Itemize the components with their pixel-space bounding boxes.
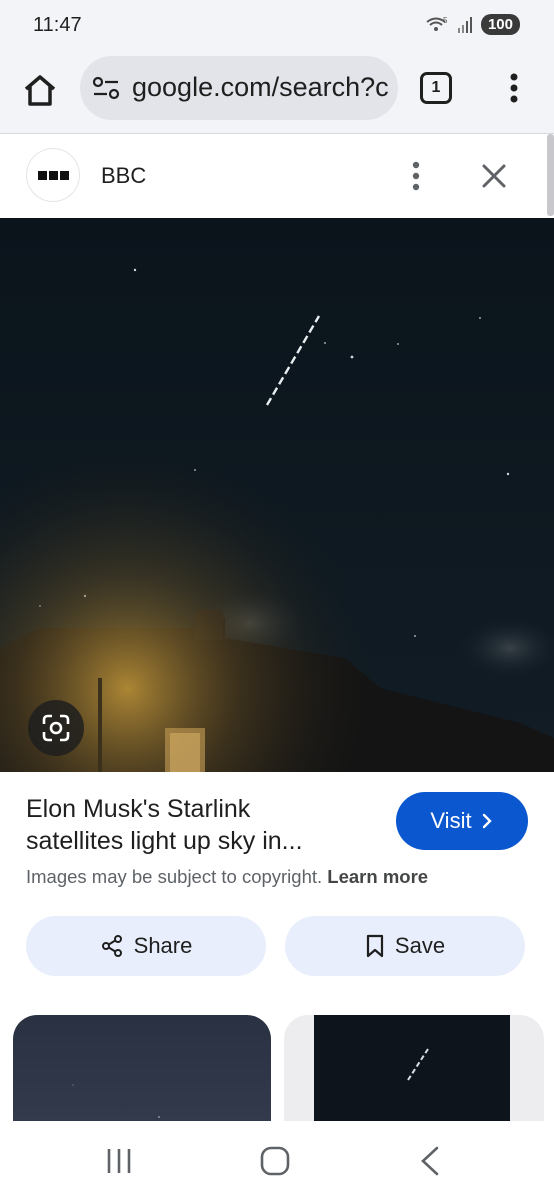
result-title-line-2[interactable]: satellites light up sky in...: [26, 825, 381, 857]
status-icons: 5 100: [425, 14, 520, 35]
share-icon: [101, 935, 122, 957]
status-bar: 11:47 5 100: [0, 0, 554, 54]
svg-text:5: 5: [443, 16, 448, 25]
browser-toolbar: google.com/search?c 1: [0, 54, 554, 134]
address-bar[interactable]: google.com/search?c: [80, 56, 398, 120]
home-nav-icon[interactable]: [255, 1143, 295, 1179]
save-label: Save: [394, 933, 446, 958]
source-name: BBC: [101, 163, 147, 188]
bookmark-icon: [366, 934, 384, 958]
chevron-right-icon: [482, 813, 492, 829]
url-text[interactable]: google.com/search?c: [132, 72, 389, 103]
lens-icon: [42, 714, 70, 742]
learn-more-link[interactable]: Learn more: [327, 866, 428, 887]
main-image[interactable]: [0, 218, 554, 772]
visit-button[interactable]: Visit: [396, 792, 528, 850]
image-panel-header: BBC: [0, 134, 554, 218]
copyright-notice: Images may be subject to copyright. Lear…: [26, 866, 428, 888]
related-image-2[interactable]: [284, 1015, 544, 1135]
close-icon[interactable]: [478, 160, 510, 192]
share-button[interactable]: Share: [26, 916, 266, 976]
result-title-line-1[interactable]: Elon Musk's Starlink: [26, 793, 381, 825]
recents-icon[interactable]: [99, 1143, 139, 1179]
more-vert-icon[interactable]: [500, 68, 528, 108]
status-time: 11:47: [33, 14, 82, 36]
more-options-icon[interactable]: [404, 158, 428, 194]
wifi-5g-icon: 5: [426, 16, 448, 31]
battery-icon: 100: [480, 14, 520, 35]
visit-label: Visit: [430, 808, 472, 833]
save-button[interactable]: Save: [285, 916, 525, 976]
result-title[interactable]: Elon Musk's Starlink satellites light up…: [26, 793, 381, 857]
back-icon[interactable]: [411, 1143, 451, 1179]
tune-icon[interactable]: [92, 76, 122, 100]
share-label: Share: [133, 933, 193, 958]
copyright-text: Images may be subject to copyright.: [26, 866, 323, 887]
source-logo: [26, 148, 80, 202]
related-image-1[interactable]: [13, 1015, 271, 1135]
scroll-indicator: [547, 134, 554, 216]
home-icon[interactable]: [20, 70, 60, 110]
system-nav-bar: [0, 1121, 554, 1200]
tab-switcher-button[interactable]: 1: [420, 72, 452, 104]
signal-icon: [457, 16, 472, 33]
google-lens-button[interactable]: [28, 700, 84, 756]
